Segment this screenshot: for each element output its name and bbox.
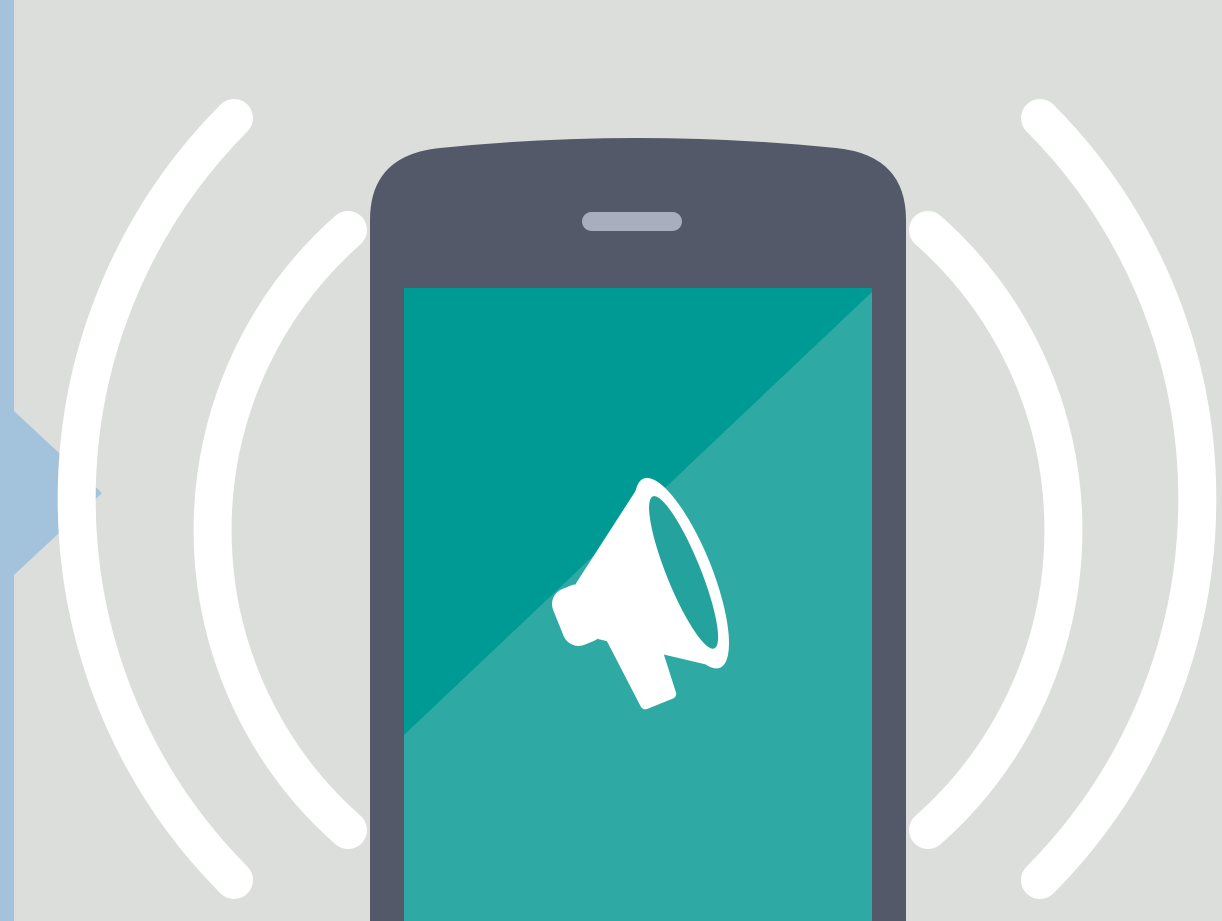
wave-left-middle — [193, 211, 367, 849]
phone-illustration — [0, 0, 1217, 921]
phone-speaker-icon — [582, 212, 682, 231]
illustration-canvas — [0, 0, 1222, 921]
wave-right-middle — [909, 211, 1083, 849]
